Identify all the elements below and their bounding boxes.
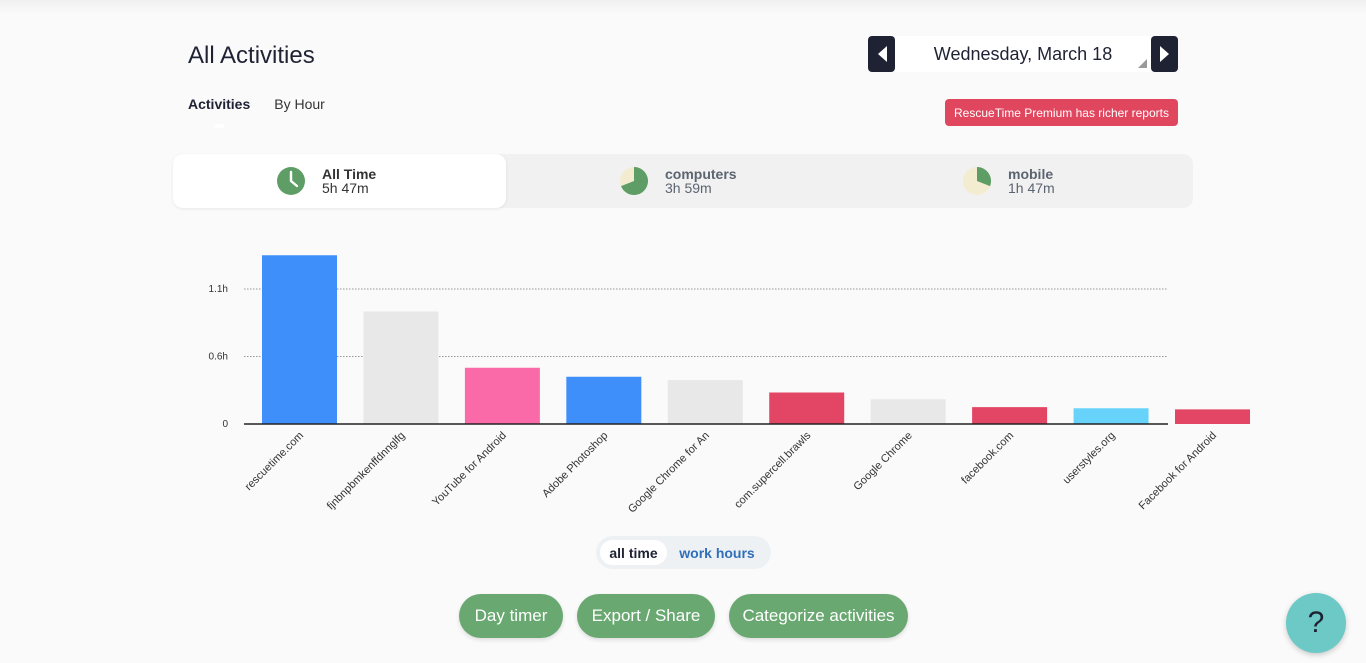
bar[interactable] bbox=[262, 255, 337, 424]
x-tick-label: Facebook for Android bbox=[1137, 430, 1219, 512]
resize-corner-icon bbox=[1138, 59, 1147, 68]
x-tick-label: Google Chrome for An bbox=[626, 430, 712, 516]
x-tick-label: facebook.com bbox=[959, 430, 1016, 487]
pie-icon bbox=[963, 167, 991, 195]
date-navigator: Wednesday, March 18 bbox=[868, 36, 1178, 72]
bar[interactable] bbox=[769, 392, 845, 425]
activity-bar-chart: 0 0.6h 1.1h rescuetime.com fjnbnpbmkenffdnng… bbox=[209, 255, 1250, 516]
bar[interactable] bbox=[363, 311, 439, 425]
x-tick-label: Adobe Photoshop bbox=[540, 430, 610, 500]
chevron-right-icon bbox=[1159, 46, 1169, 62]
page-title: All Activities bbox=[188, 42, 315, 69]
device-segments: All Time 5h 47m computers 3h 59m mobile … bbox=[173, 154, 1193, 208]
toggle-work-hours[interactable]: work hours bbox=[667, 540, 767, 565]
tab-activities[interactable]: Activities bbox=[188, 96, 250, 128]
toggle-all-time[interactable]: all time bbox=[600, 540, 667, 565]
time-range-toggle: all time work hours bbox=[596, 536, 771, 569]
segment-mobile[interactable]: mobile 1h 47m bbox=[849, 154, 1193, 208]
segment-label: mobile bbox=[1008, 166, 1054, 182]
categorize-activities-button[interactable]: Categorize activities bbox=[729, 594, 908, 638]
bar[interactable] bbox=[972, 407, 1048, 424]
next-day-button[interactable] bbox=[1151, 36, 1178, 72]
action-buttons: Day timer Export / Share Categorize acti… bbox=[459, 594, 908, 638]
bar[interactable] bbox=[1175, 409, 1250, 424]
x-tick-label: YouTube for Android bbox=[430, 430, 509, 509]
x-tick-label: com.supercell.brawls bbox=[732, 429, 813, 510]
date-picker[interactable]: Wednesday, March 18 bbox=[895, 36, 1151, 72]
bar[interactable] bbox=[667, 380, 743, 424]
y-tick-label: 0 bbox=[222, 419, 228, 430]
segment-computers[interactable]: computers 3h 59m bbox=[506, 154, 849, 208]
segment-label: computers bbox=[665, 166, 737, 182]
clock-icon bbox=[277, 167, 305, 195]
x-tick-label: Google Chrome bbox=[851, 430, 914, 493]
bar[interactable] bbox=[1073, 408, 1149, 424]
tab-by-hour[interactable]: By Hour bbox=[274, 96, 325, 112]
x-tick-label: rescuetime.com bbox=[243, 430, 306, 493]
segment-label: All Time bbox=[322, 166, 377, 182]
day-timer-button[interactable]: Day timer bbox=[459, 594, 563, 638]
top-bar bbox=[0, 0, 1366, 14]
segment-all-time[interactable]: All Time 5h 47m bbox=[173, 154, 506, 208]
pie-icon bbox=[620, 167, 648, 195]
x-tick-label: fjnbnpbmkenffdnnglfg bbox=[325, 430, 408, 513]
prev-day-button[interactable] bbox=[868, 36, 895, 72]
segment-value: 1h 47m bbox=[1008, 180, 1055, 196]
segment-value: 3h 59m bbox=[665, 180, 712, 196]
chevron-left-icon bbox=[877, 46, 887, 62]
bar[interactable] bbox=[464, 367, 540, 424]
export-share-button[interactable]: Export / Share bbox=[577, 594, 715, 638]
bar[interactable] bbox=[566, 376, 642, 424]
current-date: Wednesday, March 18 bbox=[933, 43, 1113, 64]
help-button[interactable]: ? bbox=[1286, 593, 1346, 653]
bar[interactable] bbox=[870, 399, 946, 424]
segment-value: 5h 47m bbox=[322, 180, 369, 196]
y-tick-label: 1.1h bbox=[209, 284, 228, 295]
y-tick-label: 0.6h bbox=[209, 352, 228, 363]
x-tick-label: userstyles.org bbox=[1061, 430, 1118, 487]
report-tabs: Activities By Hour bbox=[188, 96, 325, 128]
premium-upsell-badge[interactable]: RescueTime Premium has richer reports bbox=[945, 99, 1178, 126]
